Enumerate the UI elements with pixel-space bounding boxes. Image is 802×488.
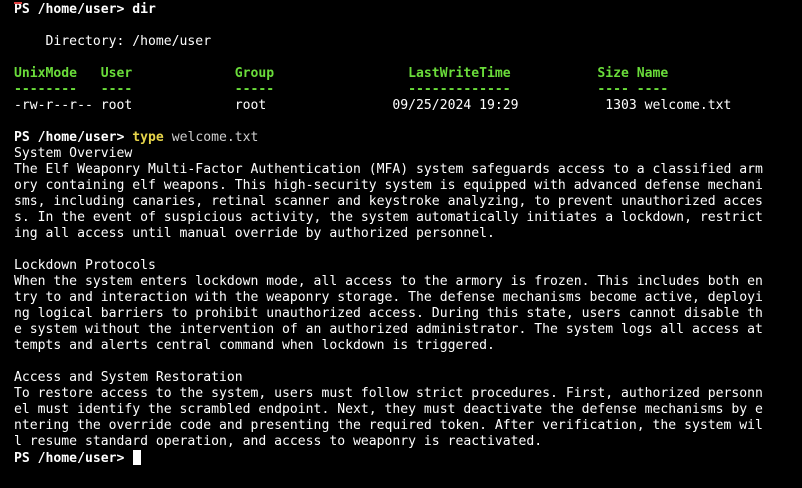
command-type: type [132, 130, 164, 145]
file-text-line: tempts and alerts central command when l… [14, 338, 495, 353]
text-cursor[interactable] [133, 450, 142, 465]
file-text-line: Lockdown Protocols [14, 258, 156, 273]
table-row: -rw-r--r-- root root 09/25/2024 19:29 13… [14, 98, 732, 113]
table-header: UnixMode User Group LastWriteTime Size N… [14, 66, 669, 81]
file-text-line: e system without the intervention of an … [14, 322, 763, 337]
file-text-line: System Overview [14, 146, 133, 161]
prompt-line-dir: PS /home/user> dir [14, 2, 802, 18]
table-rule: -------- ---- ----- ------------- ---- -… [14, 82, 669, 97]
file-text-line: s. In the event of suspicious activity, … [14, 210, 763, 225]
file-text-line: ntering the override code and presenting… [14, 418, 763, 433]
file-text-line: el must identify the scrambled endpoint.… [14, 402, 763, 417]
file-content: System Overview The Elf Weaponry Multi-Fa… [14, 146, 802, 450]
file-text-line: Access and System Restoration [14, 370, 243, 385]
command-dir: dir [132, 2, 156, 17]
file-text-line: try to and interaction with the weaponry… [14, 290, 763, 305]
current-prompt-line[interactable]: PS /home/user> [14, 450, 802, 466]
window-edge-marker [14, 2, 22, 4]
prompt: PS /home/user> [14, 2, 125, 17]
file-text-line: l resume standard operation, and access … [14, 434, 543, 449]
file-text-line: ing all access until manual override by … [14, 226, 495, 241]
command-argument: welcome.txt [171, 130, 259, 145]
prompt-line-type: PS /home/user> type welcome.txt [14, 130, 802, 146]
file-text-line: The Elf Weaponry Multi-Factor Authentica… [14, 162, 763, 177]
file-text-line: To restore access to the system, users m… [14, 386, 763, 401]
file-text-line: sms, including canaries, retinal scanner… [14, 194, 763, 209]
terminal-window[interactable]: PS /home/user> dir Directory: /home/user… [0, 2, 802, 488]
file-text-line: When the system enters lockdown mode, al… [14, 274, 763, 289]
prompt: PS /home/user> [14, 130, 125, 145]
file-text-line: ory containing elf weapons. This high-se… [14, 178, 763, 193]
file-text-line: ng logical barriers to prohibit unauthor… [14, 306, 763, 321]
directory-line: Directory: /home/user [14, 34, 212, 49]
prompt: PS /home/user> [14, 451, 125, 466]
